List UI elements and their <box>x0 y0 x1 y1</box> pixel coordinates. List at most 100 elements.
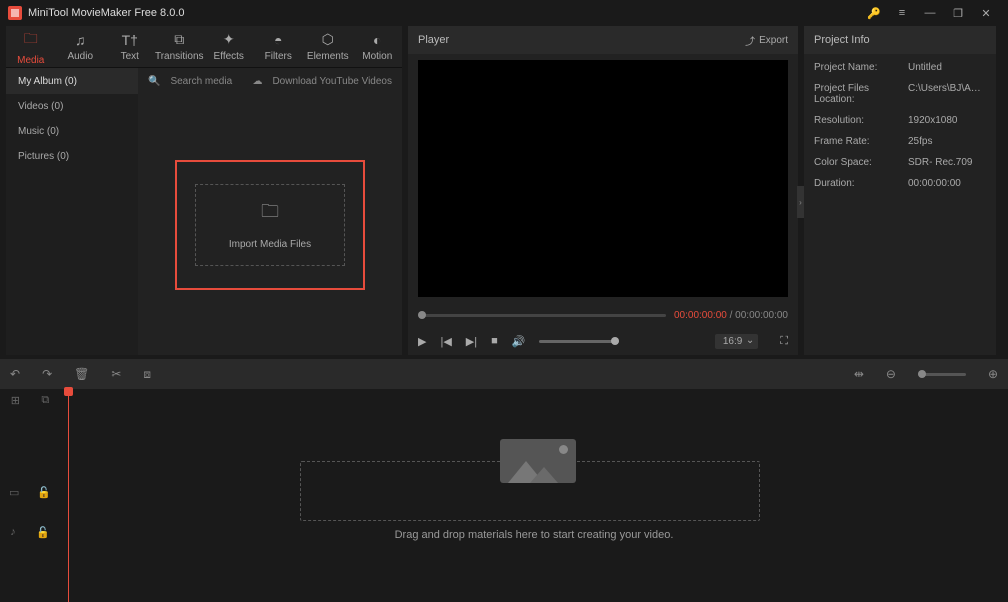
tab-transitions[interactable]: ⧉ Transitions <box>155 26 205 67</box>
info-title: Project Info <box>814 34 870 46</box>
tab-label: Transitions <box>155 51 204 62</box>
timeline: ⊞ ⧉ ▭ 🔓 ♪ 🔓 Drag and drop materials here… <box>0 389 1008 602</box>
drop-label: Drag and drop materials here to start cr… <box>60 529 1008 541</box>
player-panel: Player ⤴ Export 00:00:00:00 / 00:00:00:0… <box>408 26 798 355</box>
crop-icon[interactable]: ⧈ <box>143 367 151 382</box>
tab-media[interactable]: 🗀Media <box>6 26 56 67</box>
transitions-icon: ⧉ <box>174 31 184 48</box>
music-note-icon: ♫ <box>75 32 86 48</box>
info-row-framerate: Frame Rate:25fps <box>814 136 986 147</box>
video-preview[interactable] <box>418 60 788 297</box>
import-media-button[interactable]: 🗀 Import Media Files <box>195 184 345 266</box>
info-header: Project Info <box>804 26 996 54</box>
import-label: Import Media Files <box>229 239 311 250</box>
fullscreen-icon[interactable]: ⛶ <box>780 335 788 348</box>
info-value: 00:00:00:00 <box>908 178 986 189</box>
menu-icon[interactable]: ≡ <box>888 0 916 26</box>
playhead[interactable] <box>68 389 69 602</box>
tab-elements[interactable]: ⬡Elements <box>303 26 353 67</box>
folder-icon: 🗀 <box>24 28 38 52</box>
cut-icon[interactable]: ✂ <box>111 367 121 381</box>
sidebar-item-music[interactable]: Music (0) <box>6 119 138 144</box>
track-header-video: ▭ 🔓 <box>0 481 60 503</box>
collapse-panel-icon[interactable]: › <box>797 186 804 218</box>
track-area[interactable]: Drag and drop materials here to start cr… <box>60 389 1008 602</box>
media-panel: 🗀Media ♫ Audio T†Text ⧉ Transitions ✦ Effec… <box>6 26 402 355</box>
sidebar-item-myalbum[interactable]: My Album (0) <box>6 68 138 94</box>
fit-icon[interactable]: ⇹ <box>854 367 864 381</box>
download-youtube-link[interactable]: Download YouTube Videos <box>272 76 392 87</box>
main-tabs: 🗀Media ♫ Audio T†Text ⧉ Transitions ✦ Effec… <box>6 26 402 68</box>
minimize-icon[interactable]: — <box>916 0 944 26</box>
prev-frame-icon[interactable]: |◀ <box>440 335 451 348</box>
duplicate-track-icon[interactable]: ⧉ <box>41 394 49 407</box>
import-box: 🗀 Import Media Files <box>175 160 365 290</box>
search-placeholder[interactable]: Search media <box>170 76 242 87</box>
scrubber: 00:00:00:00 / 00:00:00:00 <box>408 303 798 327</box>
lock-icon[interactable]: 🔓 <box>36 526 50 539</box>
elements-icon: ⬡ <box>322 31 334 48</box>
video-track-icon[interactable]: ▭ <box>9 486 19 499</box>
info-value: SDR- Rec.709 <box>908 157 986 168</box>
app-title: MiniTool MovieMaker Free 8.0.0 <box>28 7 860 19</box>
download-icon[interactable]: ☁ <box>252 76 262 87</box>
zoom-in-icon[interactable]: ⊕ <box>988 367 998 381</box>
add-track-icon[interactable]: ⊞ <box>11 394 20 407</box>
next-frame-icon[interactable]: ▶| <box>466 335 477 348</box>
volume-icon[interactable]: 🔊 <box>512 335 526 348</box>
zoom-handle[interactable] <box>918 370 926 378</box>
timecode: 00:00:00:00 / 00:00:00:00 <box>674 310 788 321</box>
tab-text[interactable]: T†Text <box>105 26 155 67</box>
info-row-resolution: Resolution:1920x1080 <box>814 115 986 126</box>
zoom-slider[interactable] <box>918 373 966 376</box>
undo-icon[interactable]: ↶ <box>10 367 20 381</box>
delete-icon[interactable]: 🗑 <box>74 367 89 381</box>
filters-icon: ◓ <box>274 32 282 48</box>
tab-filters[interactable]: ◓ Filters <box>254 26 304 67</box>
maximize-icon[interactable]: ❐ <box>944 0 972 26</box>
info-label: Resolution: <box>814 115 908 126</box>
export-button[interactable]: ⤴ Export <box>745 33 788 48</box>
tab-effects[interactable]: ✦ Effects <box>204 26 254 67</box>
search-icon[interactable]: 🔍 <box>148 76 160 87</box>
info-row-colorspace: Color Space:SDR- Rec.709 <box>814 157 986 168</box>
tab-label: Filters <box>265 51 292 62</box>
media-toolbar: 🔍 Search media ☁ Download YouTube Videos <box>138 68 402 94</box>
play-icon[interactable]: ▶ <box>418 335 426 348</box>
motion-icon: ◐ <box>373 32 381 48</box>
tab-label: Motion <box>362 51 392 62</box>
tab-label: Effects <box>214 51 244 62</box>
aspect-ratio-select[interactable]: 16:9 <box>715 334 758 349</box>
info-label: Duration: <box>814 178 908 189</box>
audio-track-icon[interactable]: ♪ <box>10 526 16 538</box>
redo-icon[interactable]: ↷ <box>42 367 52 381</box>
effects-icon: ✦ <box>223 31 235 48</box>
player-header: Player ⤴ Export <box>408 26 798 54</box>
tab-label: Audio <box>67 51 93 62</box>
tab-motion[interactable]: ◐ Motion <box>353 26 403 67</box>
project-info-panel: › Project Info Project Name:Untitled Pro… <box>804 26 996 355</box>
player-controls: ▶ |◀ ▶| ■ 🔊 16:9 ⛶ <box>408 327 798 355</box>
upgrade-icon[interactable]: 🔑 <box>860 0 888 26</box>
volume-slider[interactable] <box>539 340 619 343</box>
volume-handle[interactable] <box>611 337 619 345</box>
time-total: / 00:00:00:00 <box>727 310 788 321</box>
lock-icon[interactable]: 🔓 <box>37 486 51 499</box>
timeline-toolbar: ↶ ↷ 🗑 ✂ ⧈ ⇹ ⊖ ⊕ <box>0 359 1008 389</box>
text-icon: T† <box>122 32 138 48</box>
app-logo <box>8 6 22 20</box>
scrub-handle[interactable] <box>418 311 426 319</box>
close-icon[interactable]: ✕ <box>972 0 1000 26</box>
media-sidebar: My Album (0) Videos (0) Music (0) Pictur… <box>6 68 138 355</box>
stop-icon[interactable]: ■ <box>491 335 498 347</box>
info-value: C:\Users\BJ\App... <box>908 83 986 105</box>
drop-zone[interactable] <box>300 461 760 521</box>
zoom-out-icon[interactable]: ⊖ <box>886 367 896 381</box>
tab-audio[interactable]: ♫ Audio <box>56 26 106 67</box>
titlebar: MiniTool MovieMaker Free 8.0.0 🔑 ≡ — ❐ ✕ <box>0 0 1008 26</box>
sidebar-item-pictures[interactable]: Pictures (0) <box>6 144 138 169</box>
info-label: Color Space: <box>814 157 908 168</box>
scrub-track[interactable] <box>418 314 666 317</box>
sidebar-item-videos[interactable]: Videos (0) <box>6 94 138 119</box>
track-header-clip: ⊞ ⧉ <box>0 389 60 411</box>
